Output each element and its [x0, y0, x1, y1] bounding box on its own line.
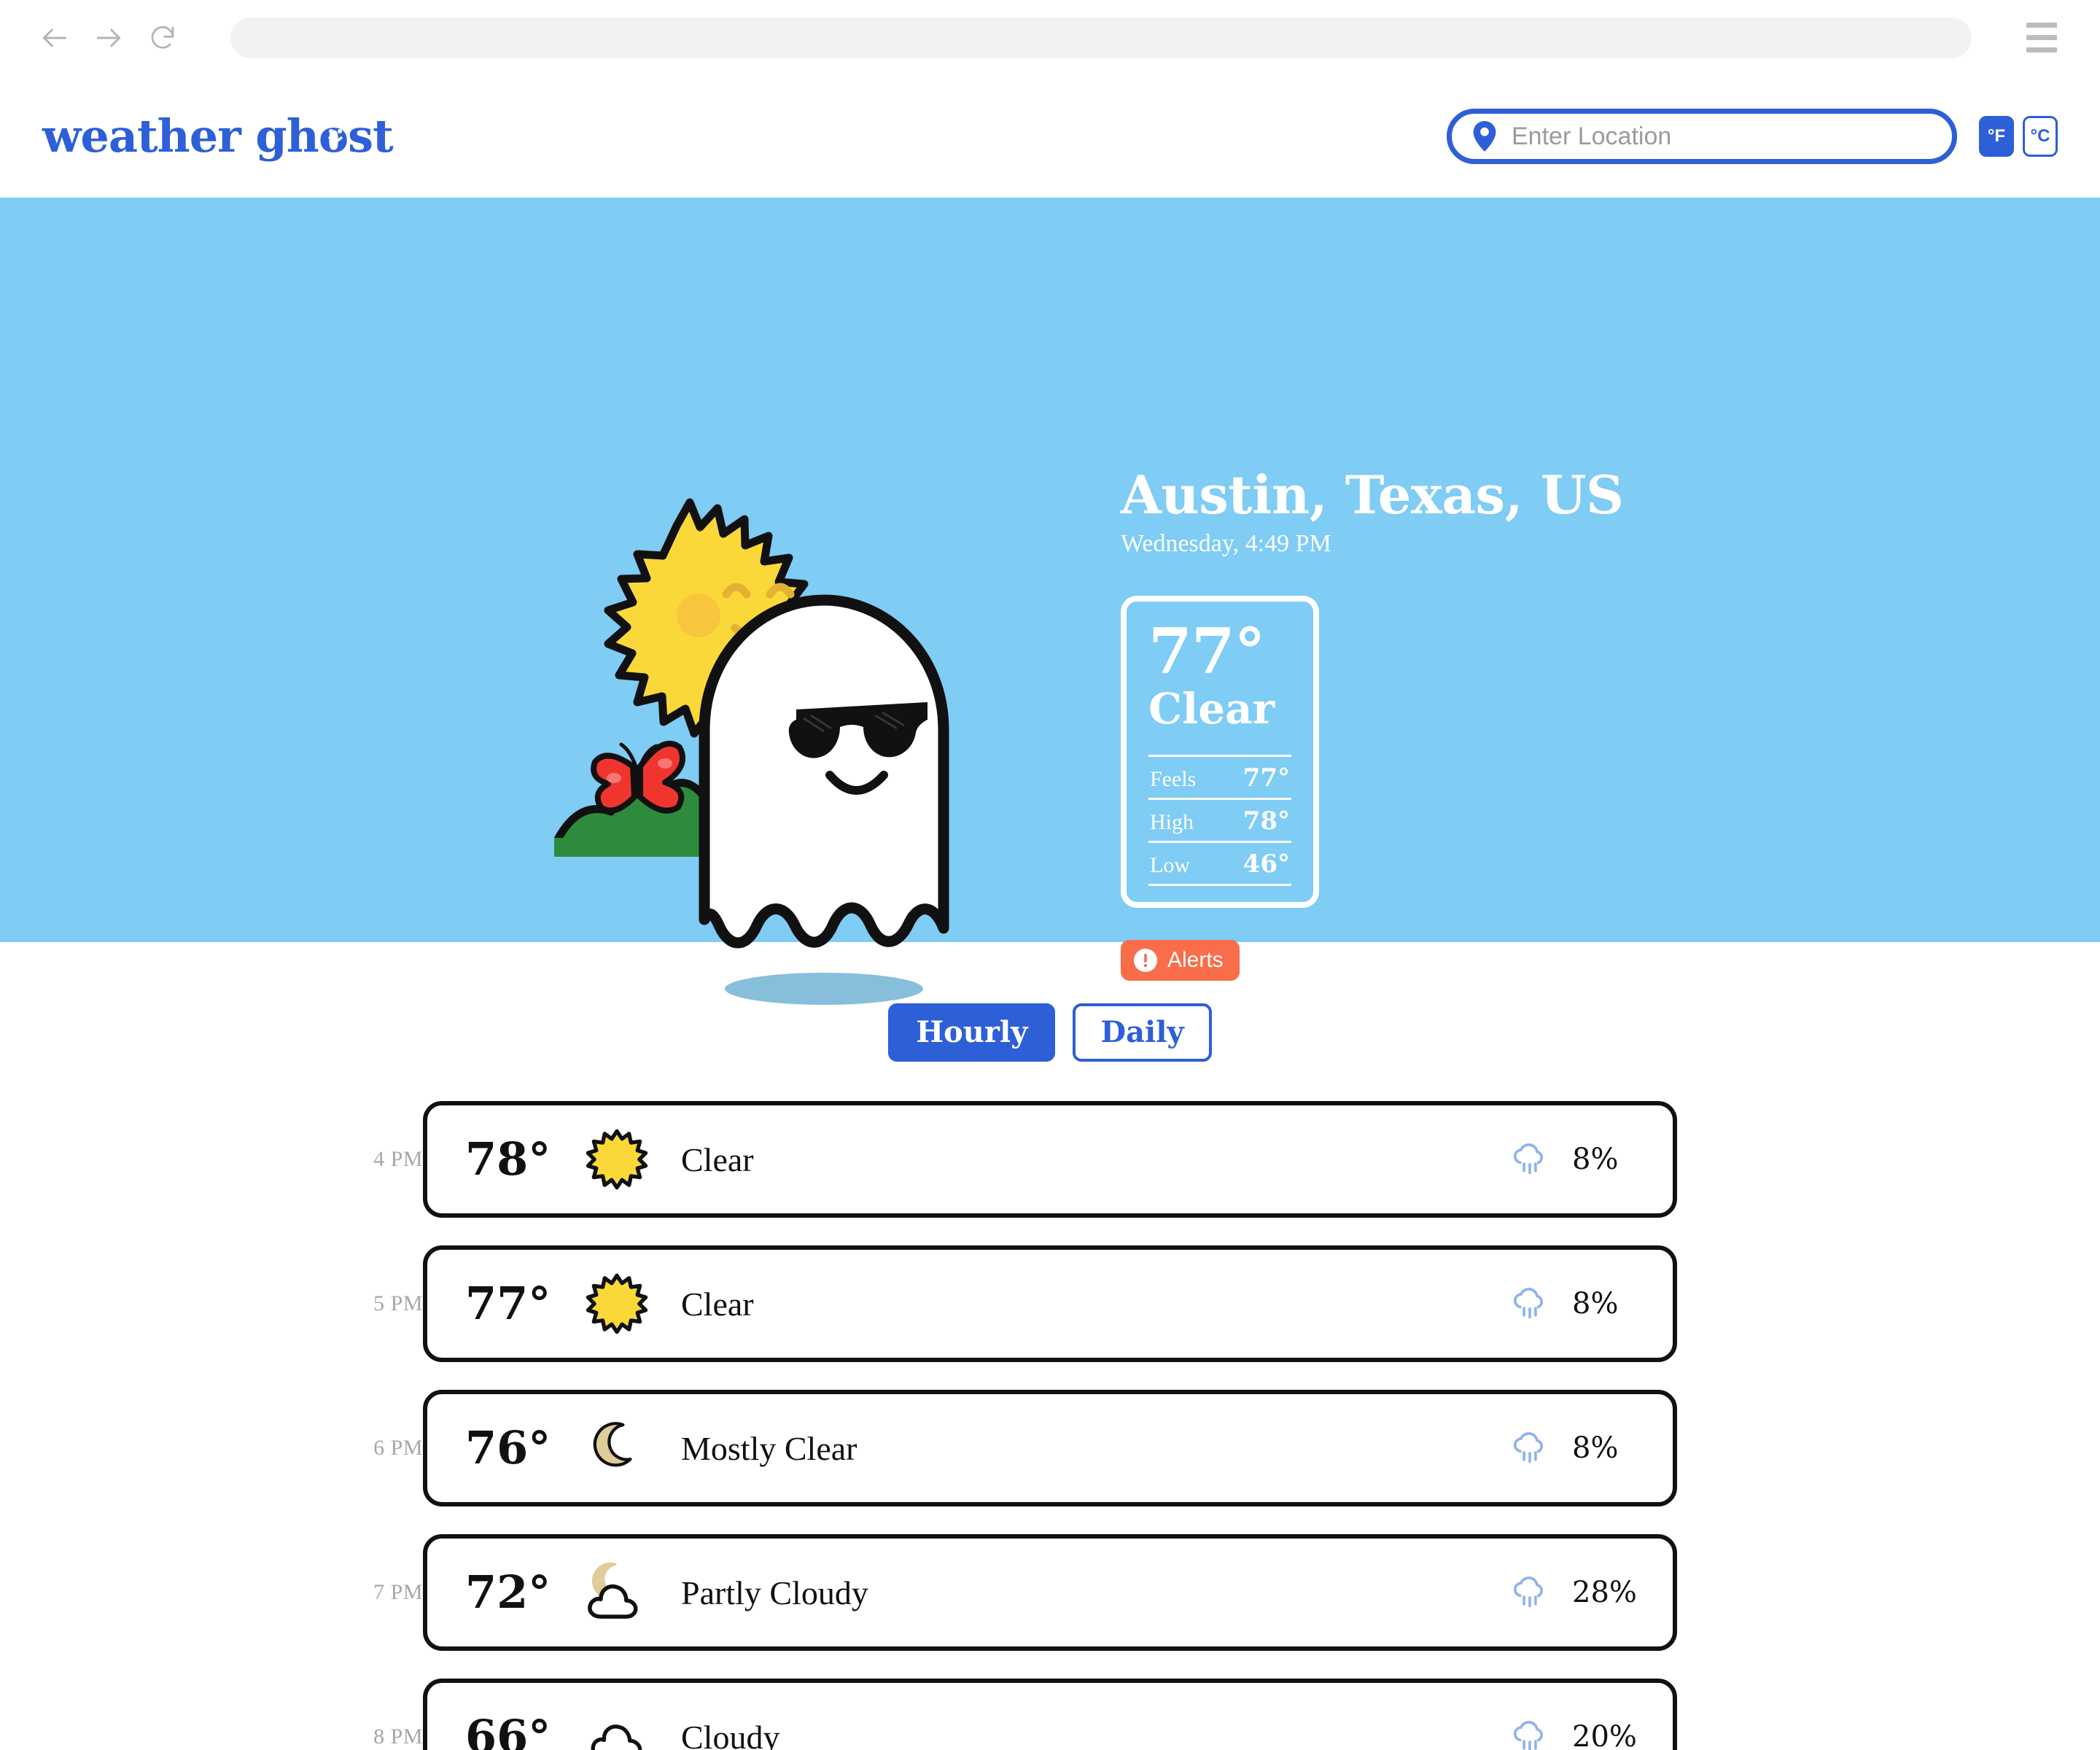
search-input[interactable] — [1512, 122, 1932, 151]
alerts-button[interactable]: Alerts — [1121, 940, 1240, 981]
hour-time: 7 PM — [373, 1580, 423, 1604]
low-label: Low — [1150, 853, 1190, 878]
rain-cloud-icon — [1513, 1288, 1544, 1319]
rain-cloud-icon — [1513, 1432, 1544, 1463]
local-datetime: Wednesday, 4:49 PM — [1121, 529, 1331, 557]
hour-time: 6 PM — [373, 1436, 423, 1460]
menu-bar-1 — [2026, 23, 2057, 28]
rain-cloud-icon — [1513, 1576, 1544, 1608]
cloud-icon — [582, 1702, 652, 1750]
hour-time: 4 PM — [373, 1147, 423, 1171]
hour-temperature: 66° — [465, 1710, 551, 1750]
browser-chrome — [0, 0, 2100, 75]
hour-condition: Partly Cloudy — [681, 1574, 868, 1611]
alerts-label: Alerts — [1167, 948, 1224, 973]
current-conditions-card: 77° Clear Feels 77° High 78° Low 46° — [1121, 595, 1319, 909]
hour-temperature: 72° — [465, 1566, 551, 1619]
stat-high: High 78° — [1148, 798, 1291, 841]
hero-section: Austin, Texas, US Wednesday, 4:49 PM 77°… — [0, 198, 2100, 1005]
moon-icon — [582, 1413, 652, 1483]
hour-temperature: 78° — [465, 1132, 551, 1186]
unit-fahrenheit-button[interactable]: °F — [1979, 116, 2014, 157]
hour-temperature: 77° — [465, 1277, 551, 1330]
alert-exclamation-icon — [1134, 949, 1157, 973]
moon-cloud-icon — [582, 1558, 652, 1628]
hour-condition: Clear — [681, 1285, 754, 1323]
hourly-row: 8 PM 66° Cloudy 20% — [0, 1679, 2100, 1750]
menu-icon[interactable] — [2015, 12, 2068, 64]
hour-precip-value: 20% — [1572, 1720, 1637, 1750]
weather-illustration — [554, 498, 949, 1005]
hour-card[interactable]: 77° Clear 8% — [423, 1245, 1677, 1362]
hour-time: 5 PM — [373, 1291, 423, 1315]
hour-precipitation: 20% — [1509, 1716, 1638, 1750]
hour-card[interactable]: 78° Clear 8% — [423, 1101, 1677, 1218]
reload-icon[interactable] — [136, 11, 190, 65]
hero-info: Austin, Texas, US Wednesday, 4:49 PM 77°… — [1121, 467, 1624, 981]
hour-precip-value: 8% — [1572, 1287, 1619, 1321]
current-stats: Feels 77° High 78° Low 46° — [1148, 755, 1291, 887]
hour-precip-value: 28% — [1572, 1576, 1637, 1609]
hourly-row: 4 PM 78° Clear 8% — [0, 1101, 2100, 1218]
stat-low: Low 46° — [1148, 841, 1291, 887]
rain-cloud-icon — [1513, 1721, 1544, 1750]
hour-precip-value: 8% — [1572, 1143, 1619, 1176]
ghost-illustration — [699, 594, 949, 949]
sun-icon — [582, 1124, 652, 1194]
high-label: High — [1150, 810, 1194, 835]
unit-toggle: °F °C — [1979, 116, 2058, 157]
hour-condition: Cloudy — [681, 1718, 780, 1750]
url-bar[interactable] — [230, 17, 1972, 58]
current-temperature: 77° — [1148, 614, 1266, 688]
hourly-row: 6 PM 76° Mostly Clear 8% — [0, 1390, 2100, 1506]
back-icon[interactable] — [28, 11, 82, 65]
app-header: weather ghost °F °C — [0, 75, 2100, 198]
hour-card[interactable]: 76° Mostly Clear 8% — [423, 1390, 1677, 1506]
hour-time: 8 PM — [373, 1724, 423, 1749]
location-search[interactable] — [1447, 109, 1957, 164]
hour-card[interactable]: 72° Partly Cloudy 28% — [423, 1534, 1677, 1651]
hour-card[interactable]: 66° Cloudy 20% — [423, 1679, 1677, 1750]
stat-feels-like: Feels 77° — [1148, 755, 1291, 798]
hour-condition: Clear — [681, 1140, 754, 1178]
hour-precip-value: 8% — [1572, 1431, 1619, 1465]
hour-precipitation: 28% — [1509, 1572, 1638, 1613]
hour-precipitation: 8% — [1509, 1428, 1638, 1469]
app-logo[interactable]: weather ghost — [42, 109, 394, 163]
hourly-row: 5 PM 77° Clear 8% — [0, 1245, 2100, 1362]
hourly-row: 7 PM 72° Partly Cloudy 28% — [0, 1534, 2100, 1651]
unit-celsius-button[interactable]: °C — [2023, 116, 2058, 157]
hourly-forecast-list: 4 PM 78° Clear 8% 5 PM 77° Clear 8% 6 PM… — [0, 1101, 2100, 1750]
high-value: 78° — [1242, 806, 1290, 836]
location-pin-icon — [1473, 121, 1496, 152]
hour-temperature: 76° — [465, 1421, 551, 1474]
menu-bar-3 — [2026, 47, 2057, 52]
rain-cloud-icon — [1513, 1143, 1544, 1175]
forward-icon[interactable] — [82, 11, 136, 65]
low-value: 46° — [1242, 849, 1290, 879]
feels-like-value: 77° — [1242, 763, 1290, 793]
sun-icon — [582, 1269, 652, 1339]
forecast-section: Hourly Daily 4 PM 78° Clear 8% 5 PM 77° … — [0, 942, 2100, 1750]
forecast-tabs: Hourly Daily — [0, 1003, 2100, 1062]
hour-condition: Mostly Clear — [681, 1429, 858, 1467]
hour-precipitation: 8% — [1509, 1283, 1638, 1324]
tab-daily[interactable]: Daily — [1073, 1003, 1212, 1062]
hour-precipitation: 8% — [1509, 1139, 1638, 1180]
menu-bar-2 — [2026, 35, 2057, 40]
logo-text: weather ghost — [42, 109, 394, 163]
current-condition: Clear — [1148, 683, 1275, 734]
feels-like-label: Feels — [1150, 767, 1197, 792]
header-controls: °F °C — [1447, 109, 2058, 164]
location-title: Austin, Texas, US — [1121, 464, 1624, 526]
ghost-shadow — [725, 973, 923, 1005]
